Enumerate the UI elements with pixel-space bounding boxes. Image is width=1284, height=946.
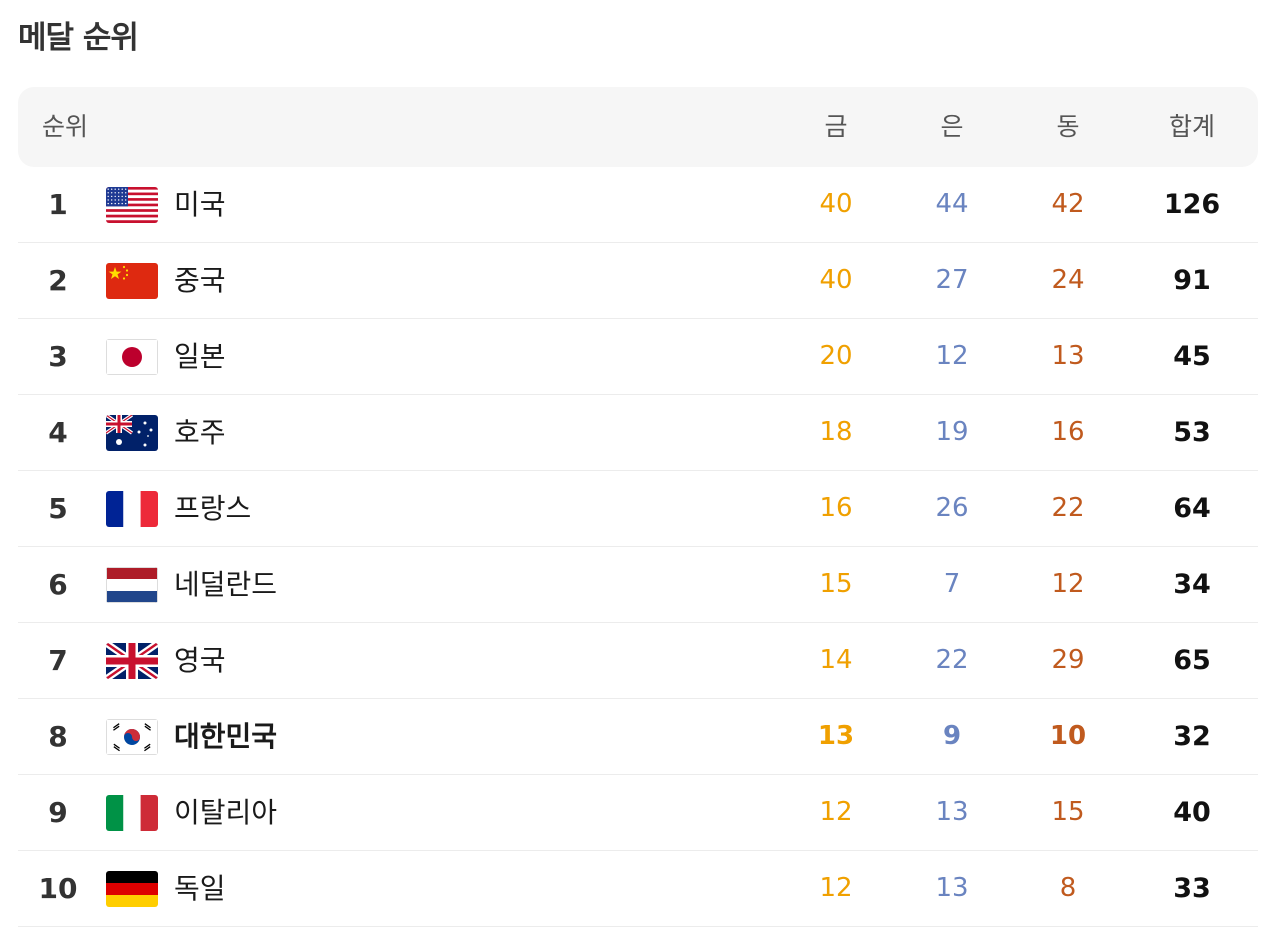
rank-cell: 1 <box>48 188 68 221</box>
table-row: 5 프랑스 16 26 22 64 <box>18 471 1258 547</box>
country-name: 프랑스 <box>174 492 252 525</box>
table-row: 1 미국 40 44 42 126 <box>18 167 1258 243</box>
country-name: 네덜란드 <box>174 568 278 601</box>
it-flag-icon <box>106 775 158 850</box>
silver-count: 44 <box>935 189 969 219</box>
cn-flag-icon <box>106 243 158 318</box>
header-bronze: 동 <box>1056 112 1080 141</box>
bronze-count: 12 <box>1051 569 1085 599</box>
rank-cell: 2 <box>48 264 68 297</box>
kr-flag-icon <box>106 699 158 774</box>
country-name: 미국 <box>174 188 226 221</box>
country-name: 이탈리아 <box>174 796 278 829</box>
bronze-count: 29 <box>1051 645 1085 675</box>
table-row: 3 일본 20 12 13 45 <box>18 319 1258 395</box>
medal-standings-page: 메달 순위 순위 금 은 동 합계 1 미국 40 44 42 126 2 중국… <box>0 0 1284 946</box>
silver-count: 13 <box>935 873 969 903</box>
gold-count: 18 <box>819 417 853 447</box>
table-row: 6 네덜란드 15 7 12 34 <box>18 547 1258 623</box>
table-row: 2 중국 40 27 24 91 <box>18 243 1258 319</box>
table-row: 7 영국 14 22 29 65 <box>18 623 1258 699</box>
header-rank: 순위 <box>42 112 89 141</box>
gold-count: 14 <box>819 645 853 675</box>
bronze-count: 15 <box>1051 797 1085 827</box>
total-count: 33 <box>1173 873 1211 904</box>
gb-flag-icon <box>106 623 158 698</box>
country-name: 중국 <box>174 264 226 297</box>
rank-cell: 4 <box>48 416 68 449</box>
gold-count: 15 <box>819 569 853 599</box>
header-silver: 은 <box>940 112 964 141</box>
rank-cell: 9 <box>48 796 68 829</box>
total-count: 34 <box>1173 569 1211 600</box>
country-name: 일본 <box>174 340 226 373</box>
silver-count: 22 <box>935 645 969 675</box>
gold-count: 13 <box>817 721 855 751</box>
bronze-count: 8 <box>1059 873 1077 903</box>
header-gold: 금 <box>824 112 848 141</box>
de-flag-icon <box>106 851 158 926</box>
bronze-count: 16 <box>1051 417 1085 447</box>
country-name: 독일 <box>174 872 226 905</box>
table-header: 순위 금 은 동 합계 <box>18 87 1258 167</box>
rank-cell: 8 <box>48 720 68 753</box>
country-name: 영국 <box>174 644 226 677</box>
table-row: 10 독일 12 13 8 33 <box>18 851 1258 927</box>
bronze-count: 13 <box>1051 341 1085 371</box>
table-row: 4 호주 18 19 16 53 <box>18 395 1258 471</box>
bronze-count: 22 <box>1051 493 1085 523</box>
page-title: 메달 순위 <box>18 20 139 56</box>
country-name: 대한민국 <box>174 720 278 753</box>
gold-count: 20 <box>819 341 853 371</box>
silver-count: 27 <box>935 265 969 295</box>
gold-count: 12 <box>819 873 853 903</box>
silver-count: 12 <box>935 341 969 371</box>
total-count: 32 <box>1173 721 1211 752</box>
table-body: 1 미국 40 44 42 126 2 중국 40 27 24 91 3 일본 … <box>18 167 1258 927</box>
us-flag-icon <box>106 167 158 242</box>
total-count: 64 <box>1173 493 1211 524</box>
rank-cell: 7 <box>48 644 68 677</box>
rank-cell: 5 <box>48 492 68 525</box>
bronze-count: 24 <box>1051 265 1085 295</box>
bronze-count: 42 <box>1051 189 1085 219</box>
total-count: 45 <box>1173 341 1211 372</box>
total-count: 91 <box>1173 265 1211 296</box>
country-name: 호주 <box>174 416 226 449</box>
silver-count: 26 <box>935 493 969 523</box>
header-total: 합계 <box>1168 112 1215 141</box>
total-count: 65 <box>1173 645 1211 676</box>
silver-count: 13 <box>935 797 969 827</box>
total-count: 53 <box>1173 417 1211 448</box>
jp-flag-icon <box>106 319 158 394</box>
rank-cell: 6 <box>48 568 68 601</box>
rank-cell: 3 <box>48 340 68 373</box>
table-row: 8 대한민국 13 9 10 32 <box>18 699 1258 775</box>
silver-count: 19 <box>935 417 969 447</box>
gold-count: 16 <box>819 493 853 523</box>
bronze-count: 10 <box>1049 721 1087 751</box>
au-flag-icon <box>106 395 158 470</box>
fr-flag-icon <box>106 471 158 546</box>
gold-count: 40 <box>819 265 853 295</box>
gold-count: 40 <box>819 189 853 219</box>
nl-flag-icon <box>106 547 158 622</box>
total-count: 40 <box>1173 797 1211 828</box>
medal-table: 순위 금 은 동 합계 1 미국 40 44 42 126 2 중국 40 27… <box>18 87 1258 927</box>
table-row: 9 이탈리아 12 13 15 40 <box>18 775 1258 851</box>
gold-count: 12 <box>819 797 853 827</box>
rank-cell: 10 <box>38 872 78 905</box>
silver-count: 7 <box>943 569 961 599</box>
silver-count: 9 <box>942 721 962 751</box>
total-count: 126 <box>1163 189 1221 220</box>
